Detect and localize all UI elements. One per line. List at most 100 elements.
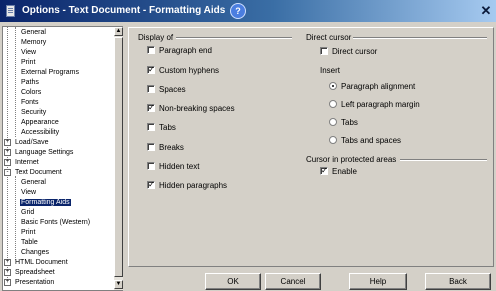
tree-item-label: Security bbox=[21, 109, 47, 116]
tree-item-label: External Programs bbox=[21, 69, 79, 76]
tree-item-label: Text Document bbox=[15, 169, 62, 176]
expand-icon[interactable]: + bbox=[4, 268, 11, 276]
checkbox-icon[interactable]: ✓ bbox=[147, 65, 155, 74]
tree-item[interactable]: General bbox=[20, 178, 47, 188]
tree-item[interactable]: Fonts bbox=[20, 98, 40, 108]
help-icon[interactable]: ? bbox=[230, 3, 246, 19]
display-option-label: Custom hyphens bbox=[159, 66, 220, 75]
display-of-title: Display of bbox=[138, 33, 174, 42]
enable-checkbox[interactable]: ✓ Enable bbox=[320, 166, 357, 177]
title-bar[interactable]: Options - Text Document - Formatting Aid… bbox=[0, 0, 496, 22]
tree-scrollbar[interactable]: ▲ ▼ bbox=[114, 27, 123, 290]
tree-item[interactable]: Grid bbox=[20, 208, 35, 218]
ok-button[interactable]: OK bbox=[205, 273, 261, 290]
tree-item[interactable]: + Language Settings bbox=[4, 148, 74, 158]
tree-item[interactable]: External Programs bbox=[20, 68, 80, 78]
display-option-checkbox[interactable]: Paragraph end bbox=[147, 45, 212, 56]
close-icon[interactable]: ✕ bbox=[479, 4, 493, 18]
tree-item-label: Colors bbox=[21, 89, 42, 96]
display-option-checkbox[interactable]: Hidden text bbox=[147, 161, 200, 172]
checkbox-icon[interactable]: ✓ bbox=[147, 103, 155, 112]
checkbox-icon[interactable]: ✓ bbox=[147, 180, 155, 189]
cancel-button[interactable]: Cancel bbox=[265, 273, 321, 290]
protected-areas-separator bbox=[400, 159, 487, 161]
tree-item[interactable]: + Presentation bbox=[4, 278, 55, 288]
expand-icon[interactable]: + bbox=[4, 258, 11, 266]
display-option-label: Spaces bbox=[159, 85, 186, 94]
tree-item[interactable]: View bbox=[20, 48, 37, 58]
display-of-separator bbox=[176, 37, 292, 39]
tree-item[interactable]: + Spreadsheet bbox=[4, 268, 56, 278]
tree-item[interactable]: Appearance bbox=[20, 118, 60, 128]
direct-cursor-separator bbox=[353, 37, 487, 39]
collapse-icon[interactable]: - bbox=[4, 168, 11, 176]
checkbox-icon[interactable] bbox=[147, 161, 155, 170]
insert-radio[interactable]: Left paragraph margin bbox=[329, 99, 420, 110]
tree-item[interactable]: + Load/Save bbox=[4, 138, 49, 148]
tree-item-label: View bbox=[21, 49, 37, 56]
display-option-checkbox[interactable]: ✓ Non-breaking spaces bbox=[147, 103, 235, 114]
tree-item-label: Language Settings bbox=[15, 149, 74, 156]
scroll-thumb[interactable] bbox=[114, 37, 123, 277]
window-title: Options - Text Document - Formatting Aid… bbox=[22, 5, 226, 16]
back-button[interactable]: Back bbox=[425, 273, 491, 290]
tree-item[interactable]: Colors bbox=[20, 88, 42, 98]
display-option-checkbox[interactable]: Tabs bbox=[147, 122, 176, 133]
tree-item[interactable]: Table bbox=[20, 238, 39, 248]
tree-item-label: Basic Fonts (Western) bbox=[21, 219, 91, 226]
tree-item[interactable]: Paths bbox=[20, 78, 40, 88]
expand-icon[interactable]: + bbox=[4, 158, 11, 166]
radio-icon[interactable] bbox=[329, 117, 337, 126]
tree-item[interactable]: View bbox=[20, 188, 37, 198]
checkbox-icon[interactable] bbox=[147, 84, 155, 93]
tree-item-label: Print bbox=[21, 59, 36, 66]
tree-item[interactable]: + HTML Document bbox=[4, 258, 69, 268]
app-icon bbox=[6, 5, 15, 17]
tree-item-label: Print bbox=[21, 229, 36, 236]
tree-item[interactable]: Formatting Aids bbox=[20, 198, 71, 208]
insert-label: Insert bbox=[320, 66, 341, 75]
insert-radio[interactable]: Tabs and spaces bbox=[329, 135, 401, 146]
insert-radio-label: Tabs bbox=[341, 118, 358, 127]
tree-item[interactable]: + Internet bbox=[4, 158, 40, 168]
tree-item[interactable]: - Text Document bbox=[4, 168, 63, 178]
tree-item-label: Accessibility bbox=[21, 129, 60, 136]
checkbox-icon[interactable] bbox=[147, 45, 155, 54]
direct-cursor-check-icon[interactable] bbox=[320, 46, 328, 55]
checkbox-icon[interactable] bbox=[147, 142, 155, 151]
tree-item[interactable]: Basic Fonts (Western) bbox=[20, 218, 91, 228]
expand-icon[interactable]: + bbox=[4, 138, 11, 146]
expand-icon[interactable]: + bbox=[4, 148, 11, 156]
radio-icon[interactable] bbox=[329, 99, 337, 108]
enable-check-icon[interactable]: ✓ bbox=[320, 166, 328, 175]
tree-item-label: Fonts bbox=[21, 99, 39, 106]
insert-radio[interactable]: Tabs bbox=[329, 117, 358, 128]
tree-item[interactable]: Security bbox=[20, 108, 47, 118]
tree-item-label: Spreadsheet bbox=[15, 269, 55, 276]
display-option-checkbox[interactable]: Spaces bbox=[147, 84, 186, 95]
tree-item-label: General bbox=[21, 29, 46, 36]
checkbox-icon[interactable] bbox=[147, 122, 155, 131]
display-option-label: Hidden text bbox=[159, 162, 200, 171]
direct-cursor-checkbox[interactable]: Direct cursor bbox=[320, 46, 377, 57]
insert-radio[interactable]: Paragraph alignment bbox=[329, 81, 415, 92]
scroll-up-icon[interactable]: ▲ bbox=[114, 27, 123, 36]
tree-item-label: Changes bbox=[21, 249, 50, 256]
expand-icon[interactable]: + bbox=[4, 278, 11, 286]
display-option-checkbox[interactable]: Breaks bbox=[147, 142, 184, 153]
tree-item-label: Internet bbox=[15, 159, 39, 166]
radio-icon[interactable] bbox=[329, 135, 337, 144]
tree-item-label: Grid bbox=[21, 209, 35, 216]
tree-item[interactable]: Print bbox=[20, 228, 36, 238]
tree-item[interactable]: Changes bbox=[20, 248, 50, 258]
tree-item[interactable]: General bbox=[20, 28, 47, 38]
tree-item[interactable]: Print bbox=[20, 58, 36, 68]
display-option-checkbox[interactable]: ✓ Custom hyphens bbox=[147, 65, 220, 76]
radio-icon[interactable] bbox=[329, 81, 337, 90]
tree-item[interactable]: Memory bbox=[20, 38, 47, 48]
tree-item[interactable]: Accessibility bbox=[20, 128, 60, 138]
display-option-label: Hidden paragraphs bbox=[159, 181, 228, 190]
display-option-checkbox[interactable]: ✓ Hidden paragraphs bbox=[147, 180, 228, 191]
help-button[interactable]: Help bbox=[349, 273, 407, 290]
scroll-down-icon[interactable]: ▼ bbox=[114, 280, 123, 289]
